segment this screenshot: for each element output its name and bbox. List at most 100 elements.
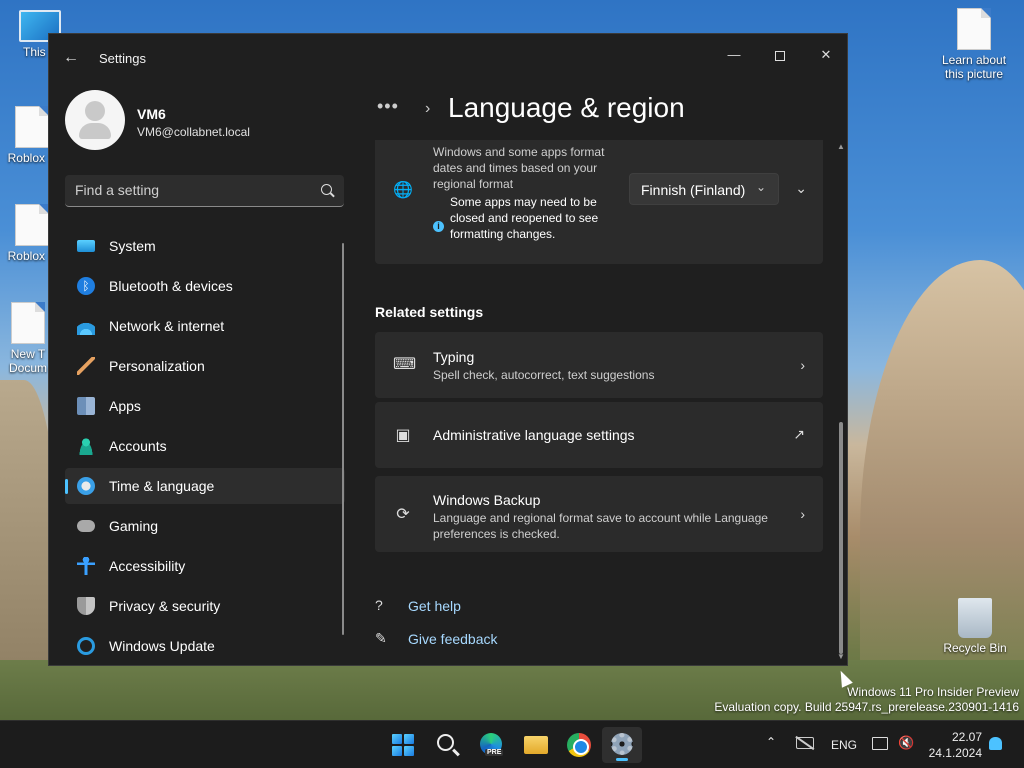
content-scrollbar[interactable]: ▲ ▼ xyxy=(837,142,845,662)
keyboard-icon: ⌨ xyxy=(393,356,417,373)
sidebar-item-label: Accessibility xyxy=(109,558,186,574)
start-button[interactable] xyxy=(382,727,422,763)
backup-sync-icon: ⟳ xyxy=(396,506,410,523)
breadcrumb-more-button[interactable]: ••• xyxy=(377,96,399,117)
time-language-icon xyxy=(77,477,95,495)
feedback-icon: ✎ xyxy=(375,630,387,646)
regional-format-description: Windows and some apps format dates and t… xyxy=(433,145,605,191)
search-icon xyxy=(437,734,454,751)
network-icon xyxy=(77,317,95,335)
sidebar-item-gaming[interactable]: Gaming xyxy=(65,508,345,544)
desktop-icon-label: Learn about this picture xyxy=(941,53,1007,81)
sidebar-item-apps[interactable]: Apps xyxy=(65,388,345,424)
sidebar-item-label: Accounts xyxy=(109,438,167,454)
bluetooth-icon: ᛒ xyxy=(77,277,95,295)
search-input[interactable] xyxy=(75,182,305,198)
accessibility-icon xyxy=(77,557,95,575)
chevron-down-icon: ⌄ xyxy=(755,180,766,194)
maximize-button[interactable] xyxy=(757,40,803,70)
collapse-chevron-icon[interactable]: ⌄ xyxy=(795,180,807,197)
regional-format-dropdown[interactable]: Finnish (Finland) ⌄ xyxy=(629,173,779,205)
get-help-label: Get help xyxy=(408,598,461,614)
sidebar-item-label: System xyxy=(109,238,156,254)
sidebar-item-system[interactable]: System xyxy=(65,228,345,264)
scroll-thumb[interactable] xyxy=(839,422,843,654)
sidebar-item-bluetooth[interactable]: ᛒ Bluetooth & devices xyxy=(65,268,345,304)
regional-format-card[interactable]: 🌐 Windows and some apps format dates and… xyxy=(375,140,823,264)
shield-icon xyxy=(77,597,95,615)
recycle-bin-icon xyxy=(958,598,992,638)
gamepad-icon xyxy=(77,520,95,532)
taskbar-edge-preview[interactable]: PRE xyxy=(471,727,511,763)
clock[interactable]: 22.07 24.1.2024 xyxy=(926,729,982,761)
desktop-icon-learn-about-picture[interactable]: Learn about this picture xyxy=(934,8,1014,81)
sidebar-item-label: Windows Update xyxy=(109,638,215,654)
chevron-right-icon: › xyxy=(800,506,805,522)
apps-icon xyxy=(77,397,95,415)
back-arrow-icon: ← xyxy=(63,49,79,66)
taskbar-settings[interactable] xyxy=(602,727,642,763)
avatar-body-icon xyxy=(79,123,111,139)
input-language-indicator[interactable]: ENG xyxy=(831,738,857,752)
regional-format-value: Finnish (Finland) xyxy=(641,182,746,198)
desktop-icon-label: Recycle Bin xyxy=(943,641,1007,655)
sidebar-item-label: Bluetooth & devices xyxy=(109,278,233,294)
scroll-up-icon[interactable]: ▲ xyxy=(837,142,845,151)
sidebar-item-accounts[interactable]: Accounts xyxy=(65,428,345,464)
info-icon: i xyxy=(433,221,444,232)
clock-date: 24.1.2024 xyxy=(928,746,982,760)
windows-logo-icon xyxy=(392,734,414,756)
sidebar-item-personalization[interactable]: Personalization xyxy=(65,348,345,384)
sidebar-item-network[interactable]: Network & internet xyxy=(65,308,345,344)
taskbar-file-explorer[interactable] xyxy=(515,727,555,763)
windows-backup-card[interactable]: ⟳ Windows Backup Language and regional f… xyxy=(375,476,823,552)
find-setting-box[interactable] xyxy=(65,175,344,207)
sidebar-item-label: Apps xyxy=(109,398,141,414)
sidebar-item-accessibility[interactable]: Accessibility xyxy=(65,548,345,584)
close-button[interactable]: ✕ xyxy=(803,40,847,70)
avatar[interactable] xyxy=(65,90,125,150)
document-icon xyxy=(957,8,991,50)
taskbar-search-button[interactable] xyxy=(427,727,467,763)
folder-icon xyxy=(524,736,548,754)
volume-muted-icon[interactable]: 🔇 xyxy=(898,735,914,751)
sidebar-item-label: Network & internet xyxy=(109,318,225,334)
display-icon[interactable] xyxy=(872,737,888,750)
clock-time: 22.07 xyxy=(951,730,982,744)
give-feedback-label: Give feedback xyxy=(408,631,498,647)
typing-card[interactable]: ⌨ Typing Spell check, autocorrect, text … xyxy=(375,332,823,398)
window-title: Settings xyxy=(99,51,146,66)
admin-language-card[interactable]: ▣ Administrative language settings ↗ xyxy=(375,402,823,468)
sidebar-item-time-language[interactable]: Time & language xyxy=(65,468,345,504)
sidebar-item-windows-update[interactable]: Windows Update xyxy=(65,628,345,664)
sidebar-item-label: Privacy & security xyxy=(109,598,221,614)
regional-format-icon: 🌐 xyxy=(393,182,413,199)
update-icon xyxy=(77,637,95,655)
settings-window: ← Settings — ✕ VM6 VM6@collabnet.local S… xyxy=(48,33,848,666)
user-name: VM6 xyxy=(137,106,166,122)
chevron-right-icon: › xyxy=(800,357,805,373)
selection-indicator xyxy=(65,479,68,494)
show-hidden-icons-chevron-icon[interactable]: ⌃ xyxy=(766,735,776,749)
network-disconnected-icon[interactable] xyxy=(796,737,814,749)
admin-language-title: Administrative language settings xyxy=(433,427,635,443)
maximize-icon xyxy=(775,50,785,61)
typing-title: Typing xyxy=(433,349,475,365)
taskbar-chrome[interactable] xyxy=(558,727,598,763)
scroll-down-icon[interactable]: ▼ xyxy=(837,652,845,661)
shortcut-icon xyxy=(15,106,49,148)
back-button[interactable]: ← xyxy=(61,48,81,68)
document-icon xyxy=(11,302,45,344)
notification-bell-icon[interactable] xyxy=(989,737,1002,750)
minimize-button[interactable]: — xyxy=(711,40,757,70)
sidebar-item-privacy-security[interactable]: Privacy & security xyxy=(65,588,345,624)
user-email: VM6@collabnet.local xyxy=(137,125,250,139)
close-icon: ✕ xyxy=(820,47,832,62)
typing-subtitle: Spell check, autocorrect, text suggestio… xyxy=(433,368,655,382)
search-icon[interactable] xyxy=(321,184,332,195)
accounts-icon xyxy=(77,437,95,455)
regional-format-note: Some apps may need to be closed and reop… xyxy=(450,195,599,241)
title-bar[interactable]: ← Settings — ✕ xyxy=(49,34,847,82)
desktop-icon-recycle-bin[interactable]: Recycle Bin xyxy=(935,598,1015,655)
sidebar-scrollbar[interactable] xyxy=(342,243,344,635)
